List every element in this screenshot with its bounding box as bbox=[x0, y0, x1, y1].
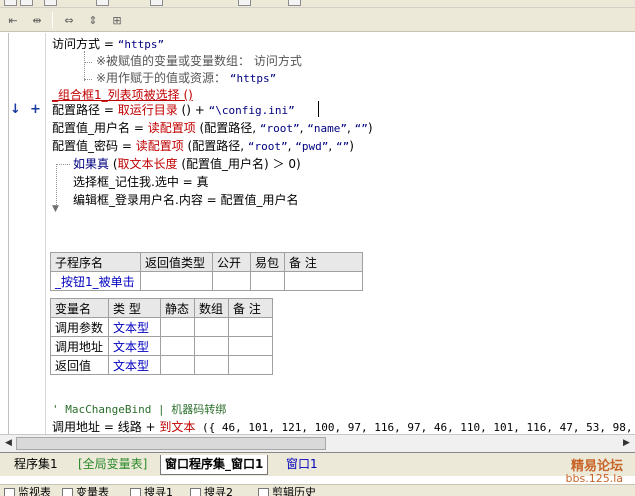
clipboard-icon bbox=[258, 488, 269, 496]
align-toolbar: ⇤ ⇹ ⇔ ⇕ ⊞ bbox=[0, 8, 635, 32]
toolbar-button[interactable] bbox=[44, 0, 57, 6]
scroll-left-icon[interactable]: ◀ bbox=[2, 437, 15, 450]
variable-type-cell[interactable]: 文本型 bbox=[108, 355, 161, 375]
watch-icon bbox=[4, 488, 15, 496]
text-cursor bbox=[318, 101, 319, 117]
variable-name-cell[interactable]: 调用参数 bbox=[50, 317, 109, 337]
table-cell[interactable] bbox=[194, 336, 229, 356]
tab-global-vars[interactable]: [全局变量表] bbox=[74, 455, 151, 475]
scroll-thumb[interactable] bbox=[16, 437, 326, 450]
same-height-icon[interactable]: ⇕ bbox=[84, 11, 102, 29]
code-line[interactable]: 配置值_用户名 = 读配置项 (配置路径, “root”, “name”, “”… bbox=[52, 120, 373, 137]
table-header: 备 注 bbox=[284, 252, 363, 272]
code-editor[interactable]: 访问方式 = “https” ※被赋值的变量或变量数组： 访问方式 ※用作赋于的… bbox=[0, 33, 635, 434]
align-center-icon[interactable]: ⇹ bbox=[28, 11, 46, 29]
main-toolbar bbox=[0, 0, 635, 8]
table-cell[interactable] bbox=[160, 317, 195, 337]
code-line[interactable]: 如果真 (取文本长度 (配置值_用户名) ＞ 0) bbox=[73, 156, 301, 173]
tab-program-set[interactable]: 程序集1 bbox=[10, 455, 62, 475]
variable-name-cell[interactable]: 调用地址 bbox=[50, 336, 109, 356]
table-cell[interactable] bbox=[160, 336, 195, 356]
table-header: 备 注 bbox=[228, 298, 273, 318]
code-line[interactable]: 配置路径 = 取运行目录 () + “\config.ini” bbox=[52, 102, 295, 119]
tab-search2[interactable]: 搜寻2 bbox=[190, 486, 233, 496]
table-header: 公开 bbox=[212, 252, 251, 272]
toolbar-button[interactable] bbox=[4, 0, 17, 6]
same-size-icon[interactable]: ⊞ bbox=[108, 11, 126, 29]
toolbar-button[interactable] bbox=[20, 0, 33, 6]
toolbar-button[interactable] bbox=[238, 0, 251, 6]
align-left-icon[interactable]: ⇤ bbox=[4, 11, 22, 29]
table-cell[interactable] bbox=[194, 317, 229, 337]
variable-table: 变量名 类 型 静态 数组 备 注 调用参数 文本型 调用地址 文本型 返回值 … bbox=[50, 298, 273, 375]
tab-variables[interactable]: 变量表 bbox=[62, 486, 109, 496]
toolbar-button[interactable] bbox=[96, 0, 109, 6]
variable-name-cell[interactable]: 返回值 bbox=[50, 355, 109, 375]
table-header: 变量名 bbox=[50, 298, 109, 318]
table-header: 返回值类型 bbox=[140, 252, 213, 272]
table-cell[interactable] bbox=[212, 271, 251, 291]
code-line[interactable]: 选择框_记住我.选中 = 真 bbox=[73, 174, 209, 191]
bottom-panel-tabs: 监视表 变量表 搜寻1 搜寻2 剪辑历史 bbox=[0, 484, 635, 496]
code-line[interactable]: 访问方式 = “https” bbox=[52, 36, 164, 53]
table-header: 数组 bbox=[194, 298, 229, 318]
comment-line[interactable]: ' MacChangeBind | 机器码转绑 bbox=[52, 401, 226, 418]
code-hint-line: ※被赋值的变量或变量数组： 访问方式 bbox=[96, 54, 302, 68]
table-cell[interactable] bbox=[140, 271, 213, 291]
tab-window-program-set[interactable]: 窗口程序集_窗口1 bbox=[160, 455, 269, 475]
scroll-right-icon[interactable]: ▶ bbox=[620, 437, 633, 450]
table-header: 静态 bbox=[160, 298, 195, 318]
table-cell[interactable] bbox=[228, 355, 273, 375]
toolbar-button[interactable] bbox=[288, 0, 301, 6]
table-header: 易包 bbox=[250, 252, 285, 272]
table-header: 类 型 bbox=[108, 298, 161, 318]
table-cell[interactable] bbox=[160, 355, 195, 375]
breakpoint-marker[interactable]: ↓ + bbox=[10, 102, 41, 117]
tab-window1[interactable]: 窗口1 bbox=[282, 455, 322, 475]
table-header: 子程序名 bbox=[50, 252, 141, 272]
table-row[interactable]: 调用地址 文本型 bbox=[50, 336, 273, 356]
tab-search1[interactable]: 搜寻1 bbox=[130, 486, 173, 496]
same-width-icon[interactable]: ⇔ bbox=[60, 11, 78, 29]
subroutine-table: 子程序名 返回值类型 公开 易包 备 注 _按钮1_被单击 bbox=[50, 252, 363, 291]
toolbar-button[interactable] bbox=[150, 0, 163, 6]
horizontal-scrollbar[interactable]: ◀ ▶ bbox=[0, 434, 635, 452]
variable-type-cell[interactable]: 文本型 bbox=[108, 317, 161, 337]
table-cell[interactable] bbox=[194, 355, 229, 375]
subroutine-name-cell[interactable]: _按钮1_被单击 bbox=[50, 271, 141, 291]
variable-type-cell[interactable]: 文本型 bbox=[108, 336, 161, 356]
table-row[interactable]: 调用参数 文本型 bbox=[50, 317, 273, 337]
search-icon bbox=[190, 488, 201, 496]
table-cell[interactable] bbox=[228, 317, 273, 337]
table-cell[interactable] bbox=[228, 336, 273, 356]
table-row[interactable]: 返回值 文本型 bbox=[50, 355, 273, 375]
code-line[interactable]: 编辑框_登录用户名.内容 = 配置值_用户名 bbox=[73, 192, 299, 209]
table-cell[interactable] bbox=[250, 271, 285, 291]
code-hint-line: ※用作赋于的值或资源： “https” bbox=[96, 71, 277, 85]
tab-watch[interactable]: 监视表 bbox=[4, 486, 51, 496]
search-icon bbox=[130, 488, 141, 496]
table-cell[interactable] bbox=[284, 271, 363, 291]
code-line[interactable]: 配置值_密码 = 读配置项 (配置路径, “root”, “pwd”, “”) bbox=[52, 138, 354, 155]
document-tabs: 程序集1 [全局变量表] 窗口程序集_窗口1 窗口1 bbox=[0, 452, 635, 476]
variables-icon bbox=[62, 488, 73, 496]
block-end-arrow-icon: ▼ bbox=[52, 204, 59, 214]
tab-clip-history[interactable]: 剪辑历史 bbox=[258, 486, 316, 496]
